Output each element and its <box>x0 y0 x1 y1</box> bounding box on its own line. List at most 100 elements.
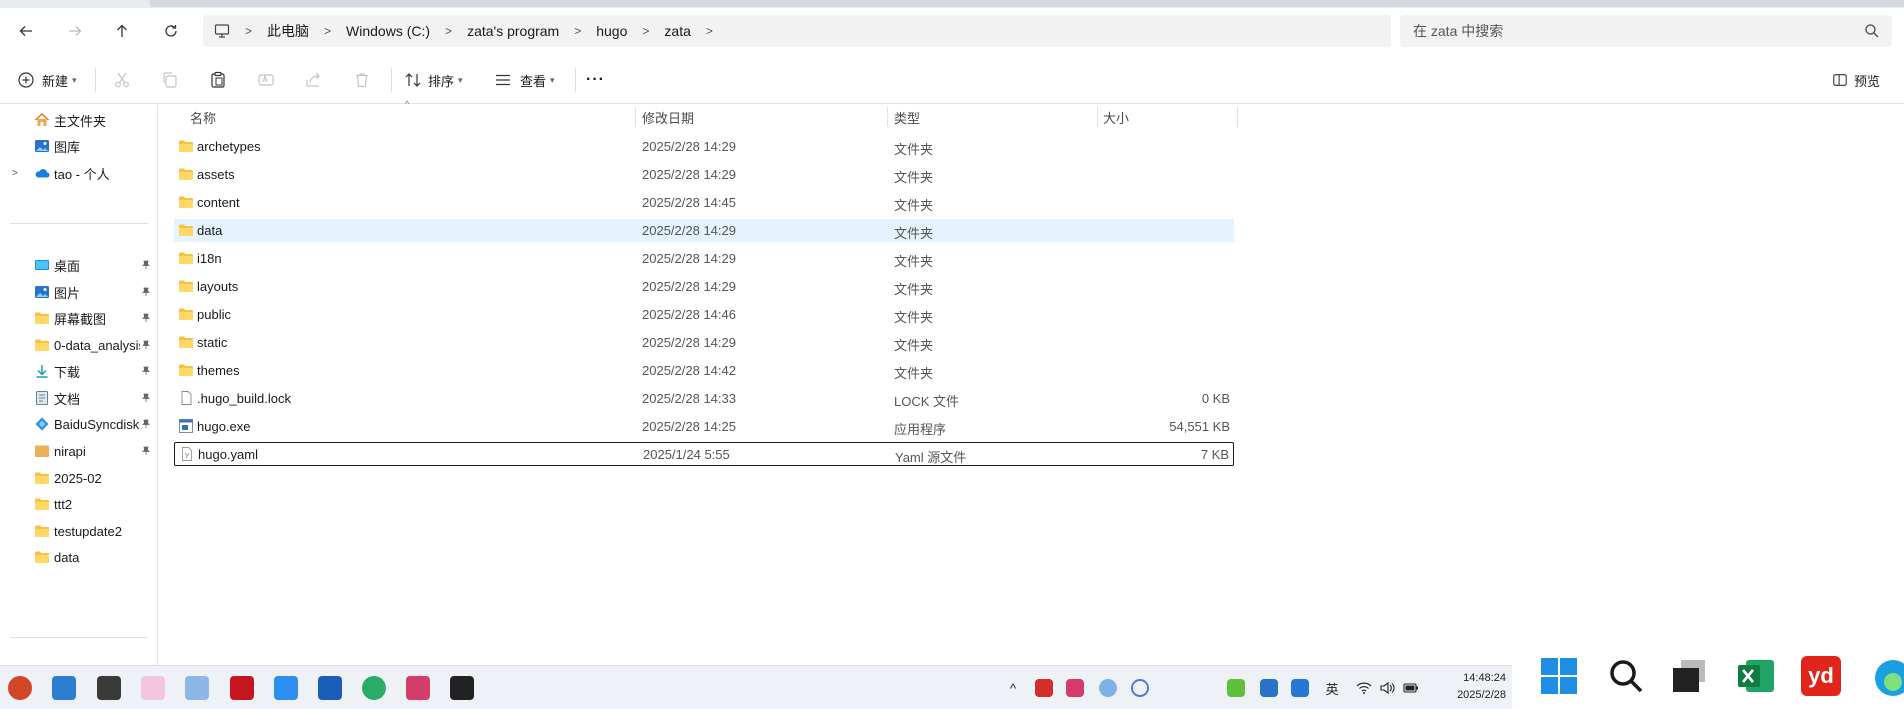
pin-icon[interactable] <box>141 260 151 270</box>
chevron-right-icon[interactable]: > <box>12 168 18 179</box>
file-row[interactable]: archetypes 2025/2/28 14:29 文件夹 <box>174 135 1234 158</box>
sidebar-item-home[interactable]: 主文件夹 <box>0 107 158 133</box>
powerpoint-icon[interactable] <box>8 676 32 700</box>
back-button[interactable] <box>10 16 42 46</box>
sort-button[interactable]: 排序 ▾ <box>404 66 463 94</box>
breadcrumb-item-hugo[interactable]: hugo > <box>587 23 655 39</box>
refresh-button[interactable] <box>155 16 187 46</box>
search-icon[interactable] <box>1606 656 1646 696</box>
windows-start-icon[interactable] <box>1539 656 1579 696</box>
paste-button[interactable] <box>209 66 227 94</box>
delete-button[interactable] <box>353 66 371 94</box>
feishu-icon[interactable] <box>52 676 76 700</box>
tray-app-icon[interactable] <box>1291 679 1309 697</box>
column-resize-handle[interactable] <box>887 107 888 127</box>
wechat-icon[interactable] <box>362 676 386 700</box>
column-header-name[interactable]: 名称 <box>190 105 216 129</box>
share-button[interactable] <box>305 66 323 94</box>
sidebar-item-gallery[interactable]: 图库 <box>0 133 158 159</box>
file-row-selected[interactable]: data 2025/2/28 14:29 文件夹 <box>174 219 1234 242</box>
pin-icon[interactable] <box>141 446 151 456</box>
column-header-date[interactable]: 修改日期 <box>642 105 694 129</box>
sidebar-item-data-analysis[interactable]: 0-data_analysis <box>0 332 158 358</box>
pin-icon[interactable] <box>141 366 151 376</box>
notepad-icon[interactable] <box>185 676 209 700</box>
sidebar-item-nirapi[interactable]: nirapi <box>0 438 158 464</box>
sidebar-item-baidusyncdisk[interactable]: BaiduSyncdisk <box>0 411 158 437</box>
sidebar-item-pictures[interactable]: 图片 <box>0 279 158 305</box>
breadcrumb[interactable]: > 此电脑 > Windows (C:) > zata's program > hug… <box>203 15 1391 47</box>
file-row[interactable]: content 2025/2/28 14:45 文件夹 <box>174 191 1234 214</box>
new-button[interactable]: 新建 ▾ <box>17 66 77 94</box>
wifi-icon[interactable] <box>1355 679 1373 697</box>
tray-app-icon[interactable] <box>1260 679 1278 697</box>
chevron-up-icon[interactable]: ^ <box>1004 679 1022 697</box>
tray-app-icon[interactable] <box>1227 679 1245 697</box>
clock[interactable]: 14:48:24 2025/2/28 <box>1426 670 1506 704</box>
file-row[interactable]: layouts 2025/2/28 14:29 文件夹 <box>174 275 1234 298</box>
sidebar-item-testupdate2[interactable]: testupdate2 <box>0 518 158 544</box>
column-header-type[interactable]: 类型 <box>894 105 920 129</box>
task-view-icon[interactable] <box>1669 656 1709 696</box>
pin-icon[interactable] <box>141 313 151 323</box>
file-row[interactable]: i18n 2025/2/28 14:29 文件夹 <box>174 247 1234 270</box>
file-row-focused[interactable]: hugo.yaml 2025/1/24 5:55 Yaml 源文件 7 KB <box>174 442 1234 466</box>
cut-button[interactable] <box>113 66 131 94</box>
app-icon[interactable] <box>274 676 298 700</box>
battery-icon[interactable] <box>1402 679 1420 697</box>
breadcrumb-item-this-pc[interactable]: 此电脑 > <box>258 21 337 41</box>
sidebar-item-desktop[interactable]: 桌面 <box>0 252 158 278</box>
file-row[interactable]: themes 2025/2/28 14:42 文件夹 <box>174 359 1234 382</box>
ime-indicator[interactable]: 英 <box>1323 679 1341 697</box>
edge-icon[interactable] <box>1869 656 1904 696</box>
pin-icon[interactable] <box>141 419 151 429</box>
more-options-button[interactable]: ··· <box>586 66 605 94</box>
forward-button[interactable] <box>59 16 91 46</box>
sidebar-item-data[interactable]: data <box>0 544 158 570</box>
rename-button[interactable] <box>257 66 275 94</box>
pin-icon[interactable] <box>141 340 151 350</box>
column-header-size[interactable]: 大小 <box>1103 105 1129 129</box>
file-row[interactable]: assets 2025/2/28 14:29 文件夹 <box>174 163 1234 186</box>
column-resize-handle[interactable] <box>1237 107 1238 127</box>
up-button[interactable] <box>106 16 138 46</box>
breadcrumb-sep[interactable]: > <box>239 24 258 38</box>
file-row[interactable]: static 2025/2/28 14:29 文件夹 <box>174 331 1234 354</box>
file-row[interactable]: .hugo_build.lock 2025/2/28 14:33 LOCK 文件… <box>174 387 1234 410</box>
sidebar-item-documents[interactable]: 文档 <box>0 385 158 411</box>
acrobat-icon[interactable] <box>230 676 254 700</box>
pin-icon[interactable] <box>141 393 151 403</box>
netease-music-icon[interactable] <box>1035 679 1053 697</box>
app-icon[interactable] <box>406 676 430 700</box>
file-row[interactable]: hugo.exe 2025/2/28 14:25 应用程序 54,551 KB <box>174 415 1234 438</box>
search-input[interactable]: 在 zata 中搜索 <box>1400 15 1892 47</box>
sidebar-item-2025-02[interactable]: 2025-02 <box>0 465 158 491</box>
breadcrumb-item-c-drive[interactable]: Windows (C:) > <box>337 23 458 39</box>
breadcrumb-item-zata[interactable]: zata > <box>655 23 718 39</box>
file-row[interactable]: public 2025/2/28 14:46 文件夹 <box>174 303 1234 326</box>
sidebar-item-downloads[interactable]: 下载 <box>0 358 158 384</box>
excel-icon[interactable] <box>1736 656 1776 696</box>
photos-icon[interactable] <box>141 676 165 700</box>
youdao-icon[interactable]: yd <box>1801 656 1841 696</box>
sidebar-item-ttt2[interactable]: ttt2 <box>0 491 158 517</box>
column-resize-handle[interactable] <box>1097 107 1098 127</box>
tray-app-icon[interactable] <box>1066 679 1084 697</box>
sidebar-item-screenshots[interactable]: 屏幕截图 <box>0 305 158 331</box>
breadcrumb-item-zatas-program[interactable]: zata's program > <box>458 23 587 39</box>
sidebar-item-label: 图库 <box>54 139 81 155</box>
sidebar-item-onedrive[interactable]: > tao - 个人 <box>0 160 158 186</box>
tray-app-icon[interactable] <box>1099 679 1117 697</box>
tray-app-icon[interactable] <box>1131 679 1149 697</box>
file-date: 2025/2/28 14:42 <box>642 363 736 378</box>
volume-icon[interactable] <box>1378 679 1396 697</box>
pin-icon[interactable] <box>141 287 151 297</box>
copy-button[interactable] <box>161 66 179 94</box>
word-icon[interactable] <box>318 676 342 700</box>
view-button[interactable]: 查看 ▾ <box>494 66 555 94</box>
preview-pane-button[interactable]: 预览 <box>1832 66 1880 94</box>
screenshot-tool-icon[interactable] <box>97 676 121 700</box>
terminal-icon[interactable] <box>450 676 474 700</box>
file-name: assets <box>197 167 235 182</box>
column-resize-handle[interactable] <box>635 107 636 127</box>
